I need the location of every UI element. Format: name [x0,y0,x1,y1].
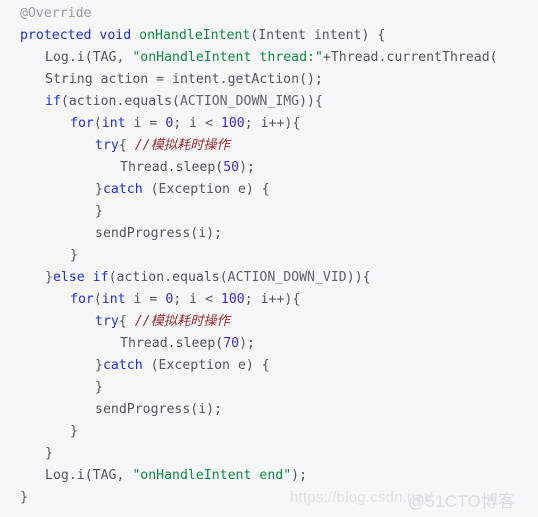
code-token-plain: (Intent intent) { [250,28,386,43]
code-token-keyword: protected [20,28,92,43]
code-token-keyword: try [95,138,119,153]
code-token-keyword: int [101,292,126,307]
code-line: }catch (Exception e) { [0,179,538,201]
code-line: try{ //模拟耗时操作 [0,135,538,157]
code-line: } [0,245,538,267]
code-token-plain: } [20,490,28,505]
code-token-plain: (Exception e) { [142,182,270,197]
code-token-comment: //模拟耗时操作 [134,314,230,329]
code-line: Log.i(TAG, "onHandleIntent thread:"+Thre… [0,47,538,69]
code-token-plain: ; i < [173,292,221,307]
code-line: }catch (Exception e) { [0,355,538,377]
code-line: }else if(action.equals(ACTION_DOWN_VID))… [0,267,538,289]
code-token-plain: ( [93,116,102,131]
code-token-keyword: catch [102,358,143,373]
code-token-plain: ); [291,468,308,483]
code-token-number: 50 [223,160,240,175]
code-token-const: ACTION_DOWN_VID [227,270,347,285]
code-token-plain: ; i++){ [244,292,301,307]
code-line: Thread.sleep(50); [0,157,538,179]
code-token-keyword: try [95,314,119,329]
code-token-keyword: catch [102,182,143,197]
code-token-plain: )){ [346,270,371,285]
code-token-plain: ; i < [173,116,221,131]
code-token-plain: Thread.sleep( [120,336,224,351]
code-token-plain: { [118,138,135,153]
code-line: protected void onHandleIntent(Intent int… [0,25,538,47]
code-token-plain: i = [125,292,166,307]
code-token-plain: Log.i(TAG, [45,50,133,65]
code-token-keyword: int [101,116,126,131]
code-token-plain: } [70,248,78,263]
code-line: } [0,377,538,399]
code-line: } [0,443,538,465]
code-line: } [0,421,538,443]
code-token-comment: //模拟耗时操作 [134,138,230,153]
code-token-number: 100 [220,116,245,131]
code-token-plain: String action = intent.getAction(); [45,72,323,87]
code-token-plain: } [45,446,53,461]
code-token-plain: Log.i(TAG, [45,468,133,483]
code-token-plain: (action.equals( [108,270,228,285]
code-line: } [0,487,538,509]
code-token-plain: (action.equals( [60,94,180,109]
code-token-plain: +Thread.currentThread( [322,50,498,65]
code-token-number: 70 [223,336,240,351]
code-token-annot: @Override [20,6,92,21]
code-token-keyword: void [99,28,132,43]
code-token-keyword: if [92,270,109,285]
code-token-method: onHandleIntent [139,28,251,43]
code-token-plain: } [95,204,103,219]
code-token-plain: } [95,380,103,395]
code-token-plain: Thread.sleep( [120,160,224,175]
code-line: @Override [0,3,538,25]
code-token-keyword: if [45,94,61,109]
code-line: if(action.equals(ACTION_DOWN_IMG)){ [0,91,538,113]
code-line: } [0,201,538,223]
code-token-string: "onHandleIntent thread:" [132,50,323,65]
code-line: for(int i = 0; i < 100; i++){ [0,289,538,311]
code-token-plain: ; i++){ [244,116,301,131]
code-token-keyword: else [52,270,85,285]
code-token-keyword: for [70,292,94,307]
code-token-string: "onHandleIntent end" [132,468,292,483]
code-token-keyword: for [70,116,94,131]
code-token-plain: } [95,358,103,373]
code-token-plain: ); [239,336,255,351]
code-token-number: 100 [220,292,245,307]
code-token-plain: } [95,182,103,197]
code-token-plain: { [118,314,135,329]
code-line: Log.i(TAG, "onHandleIntent end"); [0,465,538,487]
code-block: @Override protected void onHandleIntent(I… [0,0,538,517]
code-token-plain: (Exception e) { [142,358,270,373]
code-token-const: ACTION_DOWN_IMG [179,94,300,109]
code-line: String action = intent.getAction(); [0,69,538,91]
code-token-plain: i = [125,116,166,131]
code-line: try{ //模拟耗时操作 [0,311,538,333]
code-token-plain: } [45,270,53,285]
code-token-plain: ); [239,160,255,175]
code-token-plain: )){ [299,94,323,109]
code-line: sendProgress(i); [0,399,538,421]
code-token-plain: ( [93,292,102,307]
code-token-plain: sendProgress(i); [95,226,223,241]
code-token-plain: sendProgress(i); [95,402,223,417]
code-token-plain: } [70,424,78,439]
code-line: Thread.sleep(70); [0,333,538,355]
code-line: sendProgress(i); [0,223,538,245]
code-line: for(int i = 0; i < 100; i++){ [0,113,538,135]
